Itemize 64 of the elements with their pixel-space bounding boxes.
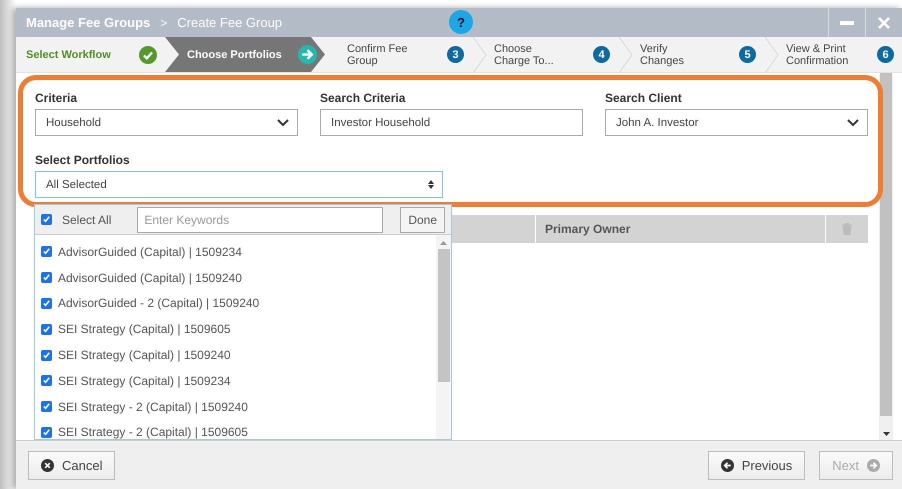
checkbox[interactable]	[41, 298, 52, 309]
scrollbar[interactable]	[436, 235, 451, 439]
portfolio-option[interactable]: SEI Strategy - 2 (Capital) | 1509240	[58, 400, 248, 414]
select-field[interactable]: All Selected	[35, 171, 443, 198]
field-label: Search Criteria	[320, 91, 406, 107]
checkbox[interactable]	[41, 375, 52, 386]
step-label: Select Workflow	[26, 48, 111, 60]
portfolio-option[interactable]: SEI Strategy - 2 (Capital) | 1509605	[58, 425, 248, 439]
chevron-down-icon	[277, 118, 289, 126]
wizard-step[interactable]: Choose Charge To... 4	[472, 37, 618, 72]
step-label: Verify Changes	[640, 42, 686, 66]
step-label: Choose Portfolios	[187, 48, 282, 60]
step-number: 5	[739, 46, 756, 63]
done-button[interactable]: Done	[400, 206, 445, 232]
checkbox[interactable]	[41, 426, 52, 438]
step-label: Confirm Fee Group	[347, 42, 409, 66]
text-field[interactable]: Investor Household	[320, 109, 583, 136]
scroll-up-icon[interactable]	[440, 241, 447, 245]
chevron-down-icon	[847, 118, 859, 126]
scrollbar[interactable]	[879, 73, 893, 440]
keyword-search-field[interactable]: Enter Keywords	[137, 206, 384, 232]
checkbox[interactable]	[41, 401, 52, 412]
field-label: Select Portfolios	[35, 153, 131, 169]
field-label: Criteria	[35, 91, 78, 107]
checkbox[interactable]	[41, 246, 52, 258]
wizard-step[interactable]: View & Print Confirmation 6	[764, 37, 902, 72]
portfolio-option[interactable]: AdvisorGuided (Capital) | 1509240	[58, 270, 242, 285]
portfolio-option[interactable]: AdvisorGuided - 2 (Capital) | 1509240	[58, 296, 260, 310]
table-header: Primary Owner	[536, 215, 825, 243]
check-circle-icon	[139, 46, 157, 64]
portfolio-option[interactable]: SEI Strategy (Capital) | 1509234	[58, 374, 231, 388]
portfolio-option[interactable]: AdvisorGuided (Capital) | 1509234	[58, 244, 242, 259]
breadcrumb-item: Create Fee Group	[177, 15, 282, 30]
scroll-down-icon[interactable]	[882, 432, 890, 436]
sort-arrows-icon	[428, 180, 434, 189]
select-all-label[interactable]: Select All	[62, 212, 112, 226]
select-field[interactable]: Household	[35, 109, 298, 136]
checkbox[interactable]	[41, 324, 52, 335]
previous-button[interactable]: Previous	[708, 450, 806, 480]
wizard-step[interactable]: Verify Changes 5	[618, 37, 764, 72]
portfolio-option[interactable]: SEI Strategy (Capital) | 1509240	[58, 348, 231, 362]
step-number: 6	[877, 46, 894, 63]
current-step[interactable]: Choose Portfolios	[165, 37, 325, 72]
close-icon	[878, 16, 890, 28]
step-number: 3	[447, 46, 464, 63]
help-button[interactable]: ?	[449, 10, 473, 34]
step-label: Choose Charge To...	[494, 42, 555, 66]
cancel-button[interactable]: Cancel	[28, 450, 116, 480]
select-field[interactable]: John A. Investor	[605, 109, 868, 136]
step-label: View & Print Confirmation	[786, 42, 850, 66]
checkbox[interactable]	[41, 272, 52, 284]
close-circle-icon	[41, 458, 54, 472]
wizard-step[interactable]: Confirm Fee Group 3	[325, 37, 472, 72]
breadcrumb-separator: >	[160, 16, 168, 30]
minimize-icon	[840, 20, 854, 24]
arrow-circle-icon	[298, 45, 317, 64]
arrow-left-circle-icon	[720, 458, 734, 472]
arrow-right-circle-icon	[867, 458, 880, 472]
checkbox[interactable]	[41, 350, 52, 361]
wizard-step[interactable]: Select Workflow	[16, 37, 165, 72]
step-number: 4	[593, 46, 610, 63]
portfolio-option[interactable]: SEI Strategy (Capital) | 1509605	[58, 322, 231, 336]
field-label: Search Client	[605, 91, 683, 107]
checkbox[interactable]	[41, 214, 52, 225]
